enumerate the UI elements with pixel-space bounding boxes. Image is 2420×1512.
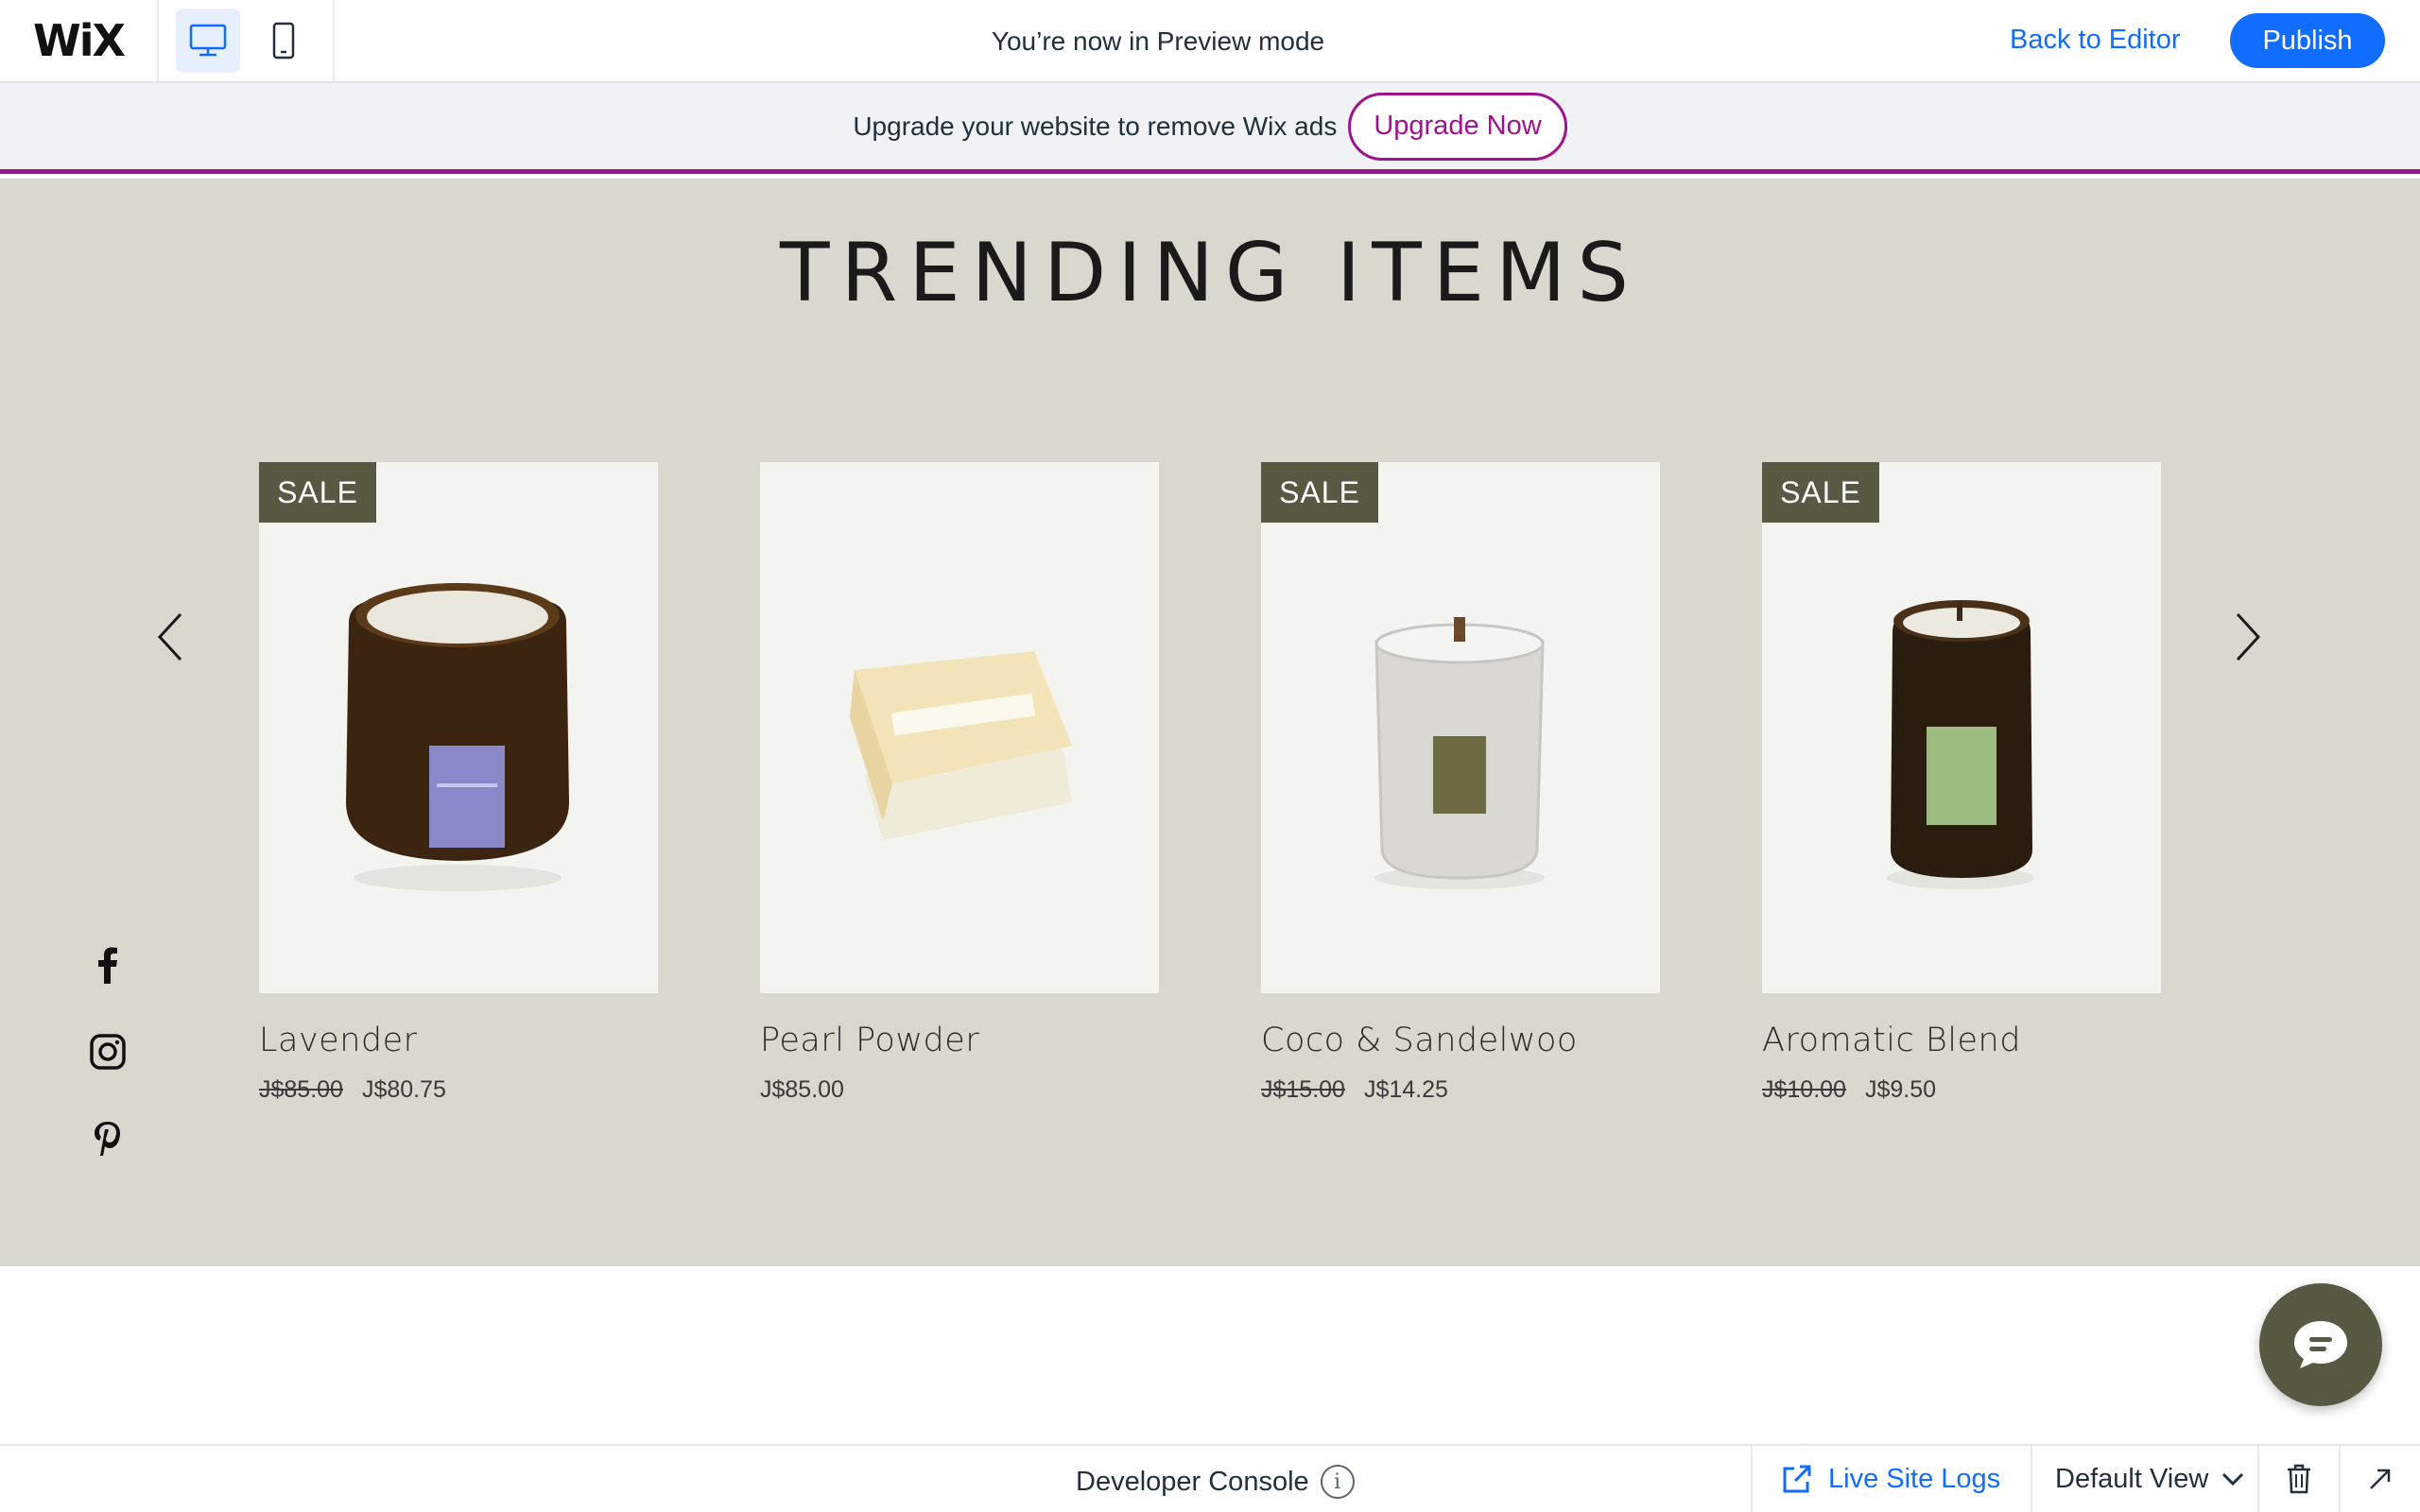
product-price: J$85.00: [760, 1076, 1159, 1104]
back-to-editor-link[interactable]: Back to Editor: [2010, 25, 2181, 56]
product-card-aromatic-blend[interactable]: SALE Aromatic Blend J$10.00 J$9.50: [1762, 462, 2161, 1104]
preview-topbar: WiX You’re now in Preview mode Back to E…: [0, 0, 2420, 83]
external-link-icon: [1783, 1465, 1811, 1493]
price: J$85.00: [760, 1076, 844, 1103]
instagram-link[interactable]: [87, 1031, 129, 1073]
trending-section: TRENDING ITEMS SALE Lavender J$85.00 J$8…: [0, 179, 2420, 1266]
product-image[interactable]: SALE: [1762, 462, 2161, 993]
product-image[interactable]: SALE: [1261, 462, 1660, 993]
carousel-prev-button[interactable]: [142, 594, 199, 679]
upgrade-banner: Upgrade your website to remove Wix ads U…: [0, 83, 2420, 174]
mobile-icon: [272, 22, 295, 60]
developer-console-label: Developer Console: [1076, 1466, 1309, 1497]
facebook-link[interactable]: [87, 944, 129, 986]
glass-candle-icon: [1374, 617, 1545, 889]
sale-price: J$14.25: [1363, 1076, 1448, 1103]
sale-badge: SALE: [1261, 462, 1378, 523]
clear-console-button[interactable]: [2257, 1446, 2339, 1512]
device-switcher: [159, 0, 335, 81]
live-site-logs-button[interactable]: Live Site Logs: [1751, 1446, 2031, 1512]
chat-bubble-icon: [2294, 1321, 2347, 1368]
sale-badge: SALE: [1762, 462, 1879, 523]
preview-mode-message: You’re now in Preview mode: [991, 26, 1325, 56]
publish-button[interactable]: Publish: [2230, 13, 2385, 68]
product-price: J$10.00 J$9.50: [1762, 1076, 2161, 1104]
product-name[interactable]: Pearl Powder: [760, 1022, 1159, 1059]
soap-bar-icon: [850, 651, 1072, 840]
product-name[interactable]: Lavender: [259, 1022, 658, 1059]
developer-console-bar: Developer Console i Live Site Logs Defau…: [0, 1444, 2420, 1512]
product-price: J$15.00 J$14.25: [1261, 1076, 1660, 1104]
desktop-view-button[interactable]: [176, 9, 240, 73]
view-dropdown-value: Default View: [2055, 1463, 2209, 1494]
pinterest-icon: [95, 1122, 120, 1156]
wix-logo[interactable]: WiX: [0, 0, 159, 81]
original-price: J$10.00: [1762, 1076, 1846, 1103]
amber-jar-candle-icon: [346, 583, 569, 891]
facebook-icon: [98, 947, 117, 984]
original-price: J$85.00: [259, 1076, 343, 1103]
product-card-pearl-powder[interactable]: Pearl Powder J$85.00: [760, 462, 1159, 1104]
upgrade-message: Upgrade your website to remove Wix ads: [853, 111, 1338, 141]
expand-console-button[interactable]: [2339, 1446, 2420, 1512]
view-dropdown[interactable]: Default View: [2031, 1446, 2257, 1512]
product-image[interactable]: [760, 462, 1159, 993]
chevron-left-icon: [157, 612, 182, 662]
product-card-coco-sandelwoo[interactable]: SALE Coco & Sandelwoo J$15.00 J$14.25: [1261, 462, 1660, 1104]
product-image[interactable]: SALE: [259, 462, 658, 993]
product-card-lavender[interactable]: SALE Lavender J$85.00 J$80.75: [259, 462, 658, 1104]
info-icon[interactable]: i: [1320, 1465, 1355, 1499]
sale-badge: SALE: [259, 462, 376, 523]
product-name[interactable]: Coco & Sandelwoo: [1261, 1022, 1660, 1059]
trash-icon: [2288, 1464, 2310, 1494]
pinterest-link[interactable]: [87, 1118, 129, 1160]
instagram-icon: [90, 1034, 126, 1070]
mobile-view-button[interactable]: [251, 9, 316, 73]
developer-console-title[interactable]: Developer Console i: [1076, 1465, 1355, 1499]
expand-arrow-icon: [2370, 1469, 2391, 1489]
product-name[interactable]: Aromatic Blend: [1762, 1022, 2161, 1059]
wix-logo-text: WiX: [33, 15, 126, 66]
original-price: J$15.00: [1261, 1076, 1345, 1103]
carousel-next-button[interactable]: [2220, 594, 2276, 679]
product-price: J$85.00 J$80.75: [259, 1076, 658, 1104]
sale-price: J$9.50: [1864, 1076, 1937, 1103]
upgrade-now-button[interactable]: Upgrade Now: [1348, 92, 1567, 161]
live-site-logs-label: Live Site Logs: [1828, 1463, 2001, 1494]
chevron-right-icon: [2236, 612, 2261, 662]
section-title: TRENDING ITEMS: [780, 226, 1640, 320]
desktop-icon: [189, 24, 227, 57]
amber-jar-candle-icon: [1887, 600, 2034, 889]
chevron-down-icon: [2222, 1472, 2244, 1486]
chat-button[interactable]: [2259, 1283, 2382, 1406]
sale-price: J$80.75: [361, 1076, 446, 1103]
social-bar: [87, 944, 129, 1160]
